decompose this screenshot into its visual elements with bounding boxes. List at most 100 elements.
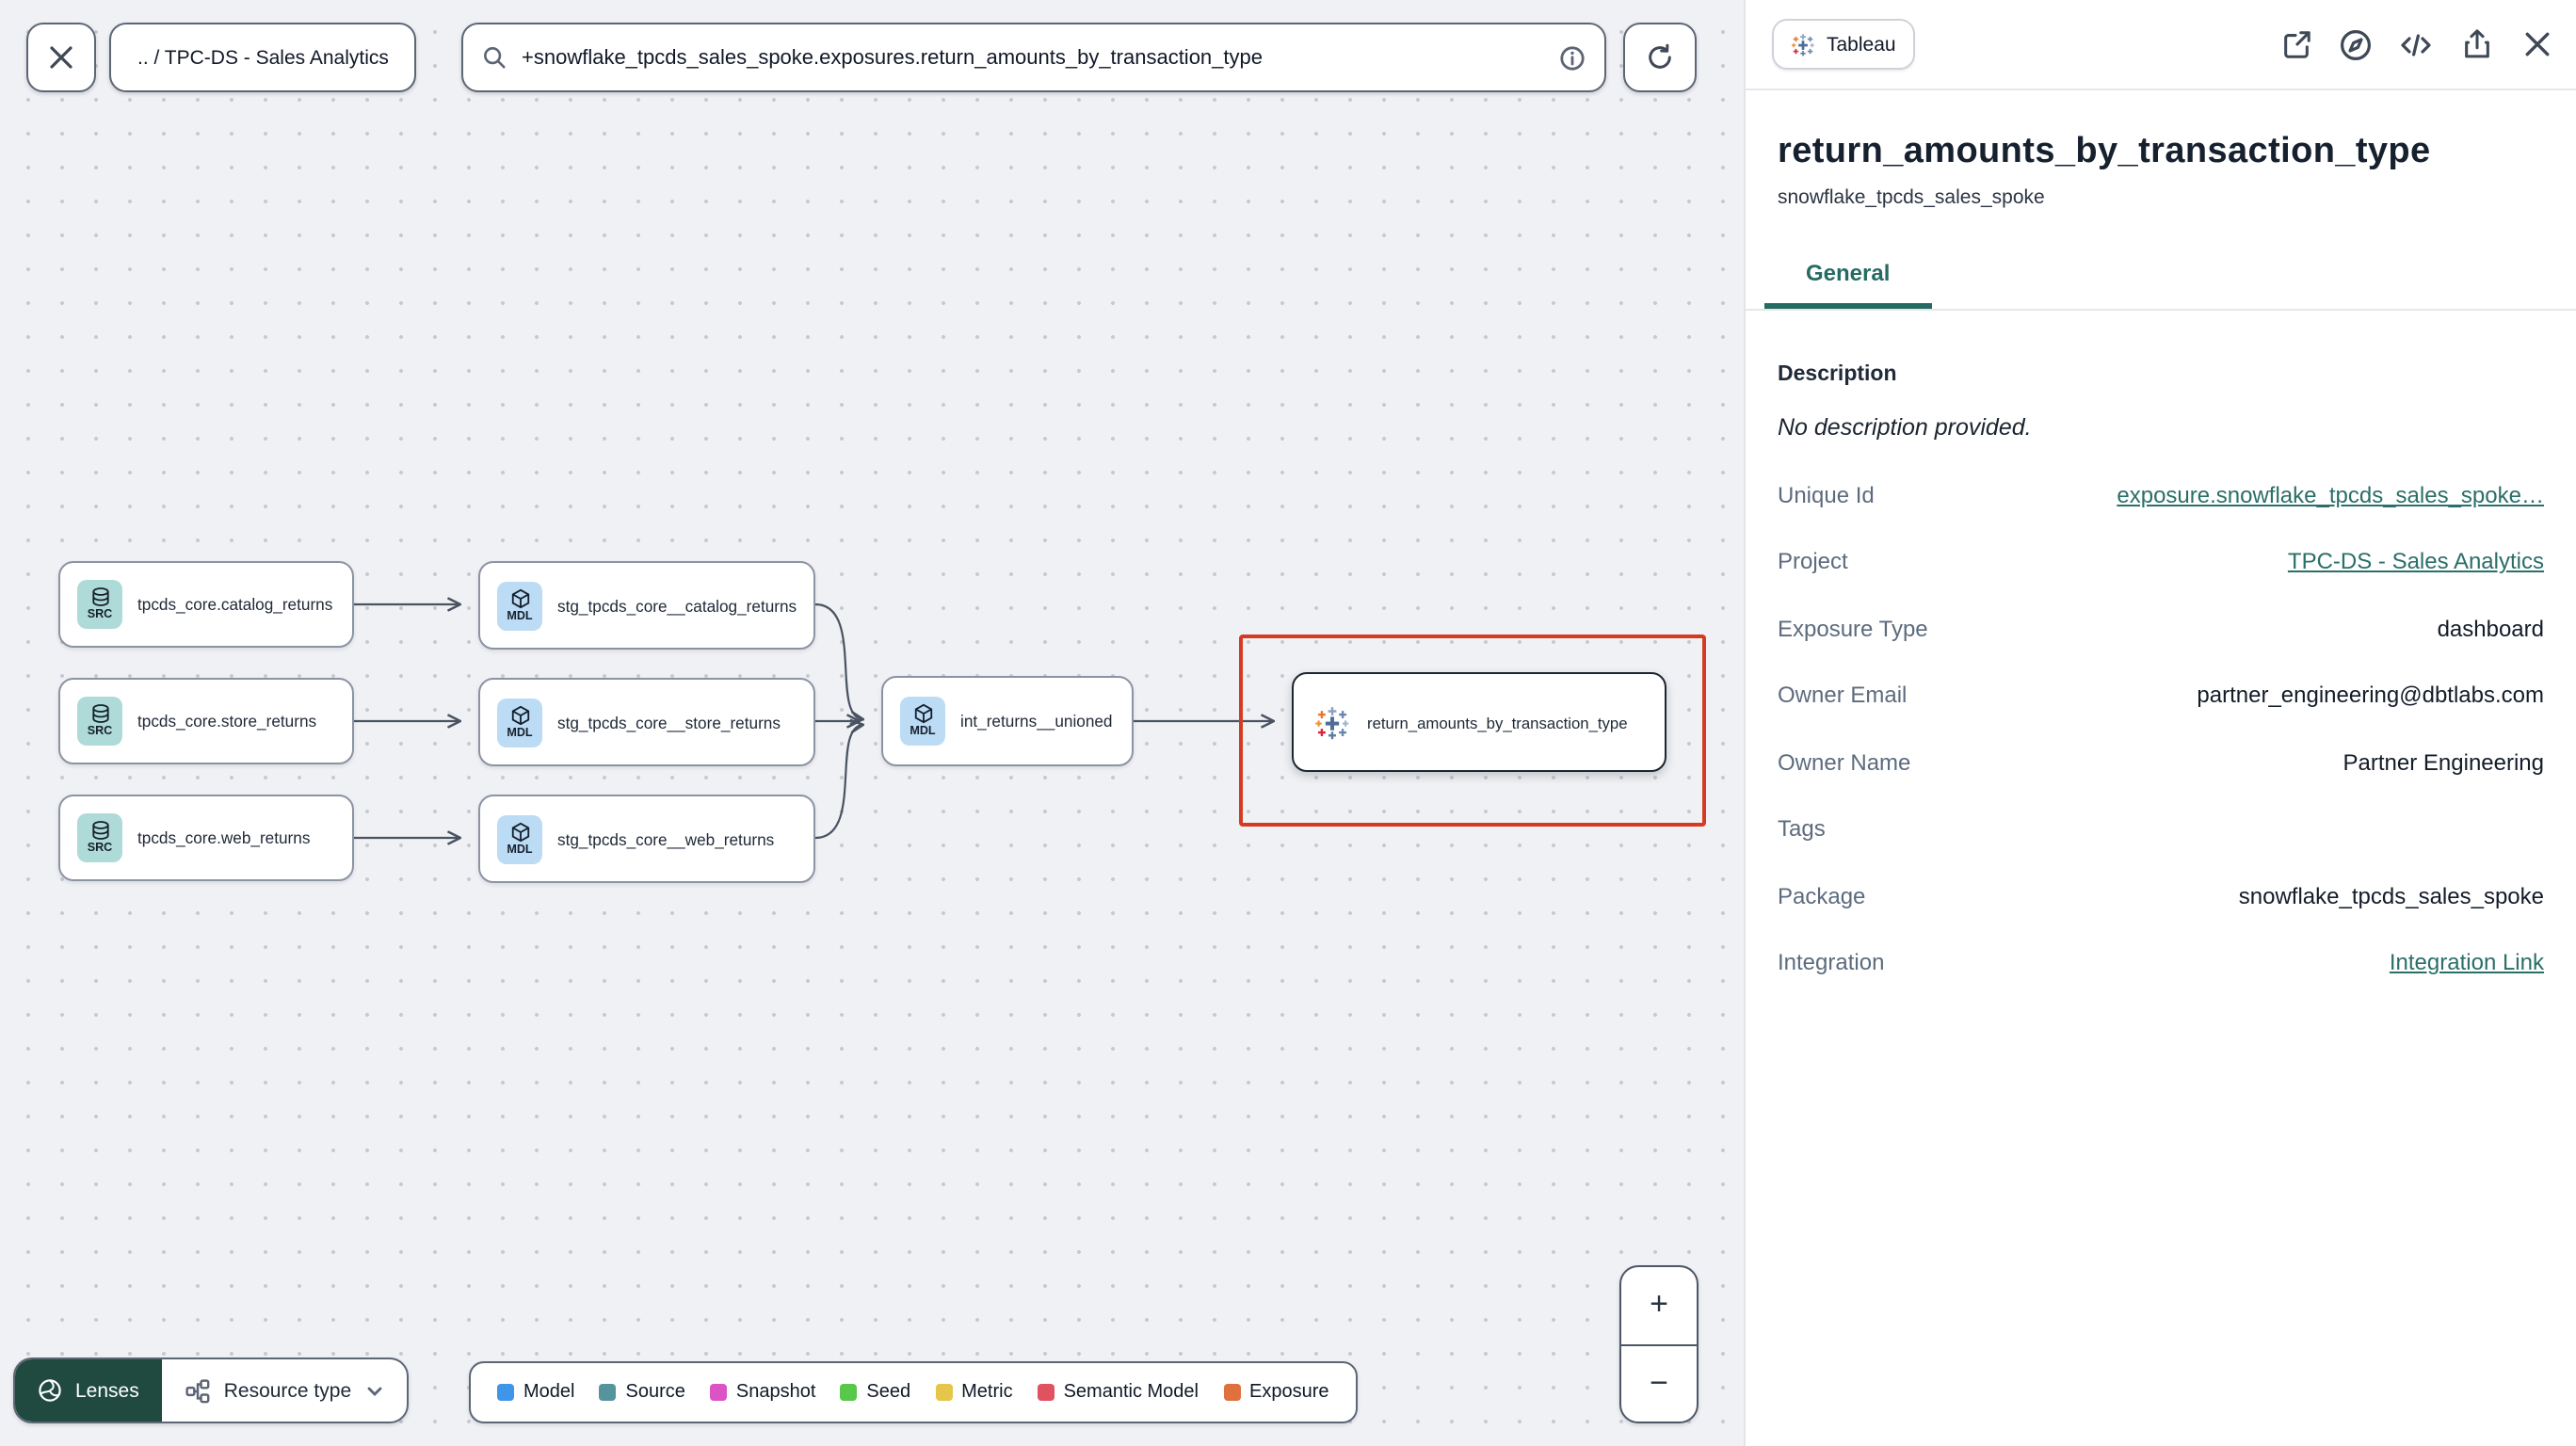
search-bar	[461, 23, 1606, 92]
external-link-icon	[2283, 31, 2310, 58]
hierarchy-icon	[185, 1378, 210, 1403]
node-int-returns-unioned[interactable]: MDL int_returns__unioned	[881, 676, 1134, 766]
resource-type-label: Resource type	[223, 1379, 352, 1402]
owner-email-value: partner_engineering@dbtlabs.com	[2197, 682, 2544, 708]
refresh-icon	[1649, 43, 1671, 69]
field-row-project: Project TPC-DS - Sales Analytics	[1778, 548, 2544, 574]
code-icon	[2401, 33, 2431, 56]
panel-header: Tableau	[1746, 0, 2576, 90]
snapshot-swatch-icon	[709, 1384, 727, 1401]
legend-item-seed: Seed	[840, 1382, 910, 1403]
model-badge: MDL	[497, 581, 542, 630]
legend-item-model: Model	[497, 1382, 575, 1403]
project-link[interactable]: TPC-DS - Sales Analytics	[2288, 548, 2544, 574]
source-badge: SRC	[77, 697, 122, 746]
details-panel: Tableau return_amounts_by_transaction_ty…	[1744, 0, 2576, 1446]
tableau-icon	[1315, 707, 1349, 740]
tableau-icon	[1791, 34, 1814, 56]
node-stg-tpcds-core-store-returns[interactable]: MDL stg_tpcds_core__store_returns	[478, 678, 815, 766]
code-button[interactable]	[2399, 27, 2433, 61]
close-lineage-button[interactable]	[26, 23, 96, 92]
node-label: tpcds_core.web_returns	[137, 828, 311, 847]
integration-link[interactable]: Integration Link	[2390, 949, 2544, 975]
field-row-package: Package snowflake_tpcds_sales_spoke	[1778, 882, 2544, 908]
breadcrumb[interactable]: .. / TPC-DS - Sales Analytics	[109, 23, 417, 92]
model-badge: MDL	[497, 814, 542, 863]
page-title: return_amounts_by_transaction_type	[1778, 132, 2431, 171]
node-label: stg_tpcds_core__catalog_returns	[557, 596, 797, 615]
node-label: tpcds_core.catalog_returns	[137, 595, 333, 614]
compass-icon	[2341, 29, 2371, 59]
database-icon	[91, 587, 108, 607]
refresh-button[interactable]	[1623, 23, 1697, 92]
node-tpcds-core-catalog-returns[interactable]: SRC tpcds_core.catalog_returns	[58, 561, 354, 648]
legend-item-exposure: Exposure	[1223, 1382, 1329, 1403]
tab-general[interactable]: General	[1764, 260, 1932, 309]
database-icon	[91, 704, 108, 724]
database-icon	[91, 821, 108, 841]
tool-badge-label: Tableau	[1827, 33, 1896, 56]
node-tpcds-core-web-returns[interactable]: SRC tpcds_core.web_returns	[58, 795, 354, 881]
lenses-icon	[39, 1379, 61, 1402]
field-row-integration: Integration Integration Link	[1778, 949, 2544, 975]
description-text: No description provided.	[1778, 414, 2032, 441]
zoom-control: + −	[1619, 1265, 1699, 1423]
source-swatch-icon	[599, 1384, 617, 1401]
owner-name-value: Partner Engineering	[2343, 748, 2544, 775]
lineage-canvas[interactable]: .. / TPC-DS - Sales Analytics +snowflake…	[0, 0, 1744, 1446]
node-label: stg_tpcds_core__store_returns	[557, 713, 781, 731]
tool-badge: Tableau	[1772, 19, 1915, 70]
lenses-button[interactable]: Lenses	[15, 1359, 162, 1422]
node-label: return_amounts_by_transaction_type	[1367, 713, 1628, 731]
share-icon	[2464, 29, 2488, 58]
info-icon[interactable]	[1559, 44, 1586, 71]
package-subtitle: snowflake_tpcds_sales_spoke	[1778, 186, 2045, 209]
legend-item-snapshot: Snapshot	[709, 1382, 815, 1403]
unique-id-link[interactable]: exposure.snowflake_tpcds_sales_spoke…	[2117, 481, 2544, 507]
node-stg-tpcds-core-catalog-returns[interactable]: MDL stg_tpcds_core__catalog_returns	[478, 561, 815, 650]
source-badge: SRC	[77, 580, 122, 629]
node-tpcds-core-store-returns[interactable]: SRC tpcds_core.store_returns	[58, 678, 354, 764]
resource-type-legend: Model Source Snapshot Seed Metric Semant…	[469, 1361, 1358, 1423]
field-row-owner-email: Owner Email partner_engineering@dbtlabs.…	[1778, 682, 2544, 708]
node-stg-tpcds-core-web-returns[interactable]: MDL stg_tpcds_core__web_returns	[478, 795, 815, 883]
search-input[interactable]	[522, 46, 1544, 69]
lens-controls: Lenses Resource type	[13, 1358, 409, 1423]
close-icon	[2524, 32, 2549, 56]
model-badge: MDL	[900, 697, 945, 746]
node-label: tpcds_core.store_returns	[137, 712, 317, 731]
metric-swatch-icon	[935, 1384, 953, 1401]
explore-button[interactable]	[2339, 27, 2373, 61]
resource-type-dropdown[interactable]: Resource type	[162, 1359, 406, 1422]
cube-icon	[510, 705, 529, 725]
node-return-amounts-by-transaction-type[interactable]: return_amounts_by_transaction_type	[1292, 672, 1666, 772]
lenses-label: Lenses	[75, 1379, 139, 1402]
chevron-down-icon	[366, 1386, 381, 1395]
close-icon	[50, 46, 72, 69]
model-swatch-icon	[497, 1384, 514, 1401]
legend-item-metric: Metric	[935, 1382, 1013, 1403]
legend-item-source: Source	[599, 1382, 685, 1403]
description-heading: Description	[1778, 363, 1897, 386]
open-in-new-button[interactable]	[2278, 27, 2312, 61]
semantic-model-swatch-icon	[1037, 1384, 1055, 1401]
cube-icon	[913, 704, 932, 724]
zoom-in-button[interactable]: +	[1621, 1267, 1697, 1345]
close-panel-button[interactable]	[2520, 27, 2553, 61]
legend-item-semantic-model: Semantic Model	[1037, 1382, 1199, 1403]
model-badge: MDL	[497, 698, 542, 747]
share-button[interactable]	[2459, 27, 2493, 61]
panel-tabs: General	[1746, 256, 2576, 311]
exposure-swatch-icon	[1223, 1384, 1240, 1401]
node-label: int_returns__unioned	[960, 712, 1113, 731]
field-row-unique-id: Unique Id exposure.snowflake_tpcds_sales…	[1778, 481, 2544, 507]
metadata-fields: Unique Id exposure.snowflake_tpcds_sales…	[1778, 480, 2544, 976]
search-icon	[484, 47, 506, 69]
seed-swatch-icon	[840, 1384, 858, 1401]
source-badge: SRC	[77, 813, 122, 862]
node-label: stg_tpcds_core__web_returns	[557, 829, 775, 848]
zoom-out-button[interactable]: −	[1621, 1345, 1697, 1422]
field-row-exposure-type: Exposure Type dashboard	[1778, 615, 2544, 641]
cube-icon	[510, 588, 529, 608]
dbt-explorer-lineage-view: .. / TPC-DS - Sales Analytics +snowflake…	[0, 0, 2576, 1446]
